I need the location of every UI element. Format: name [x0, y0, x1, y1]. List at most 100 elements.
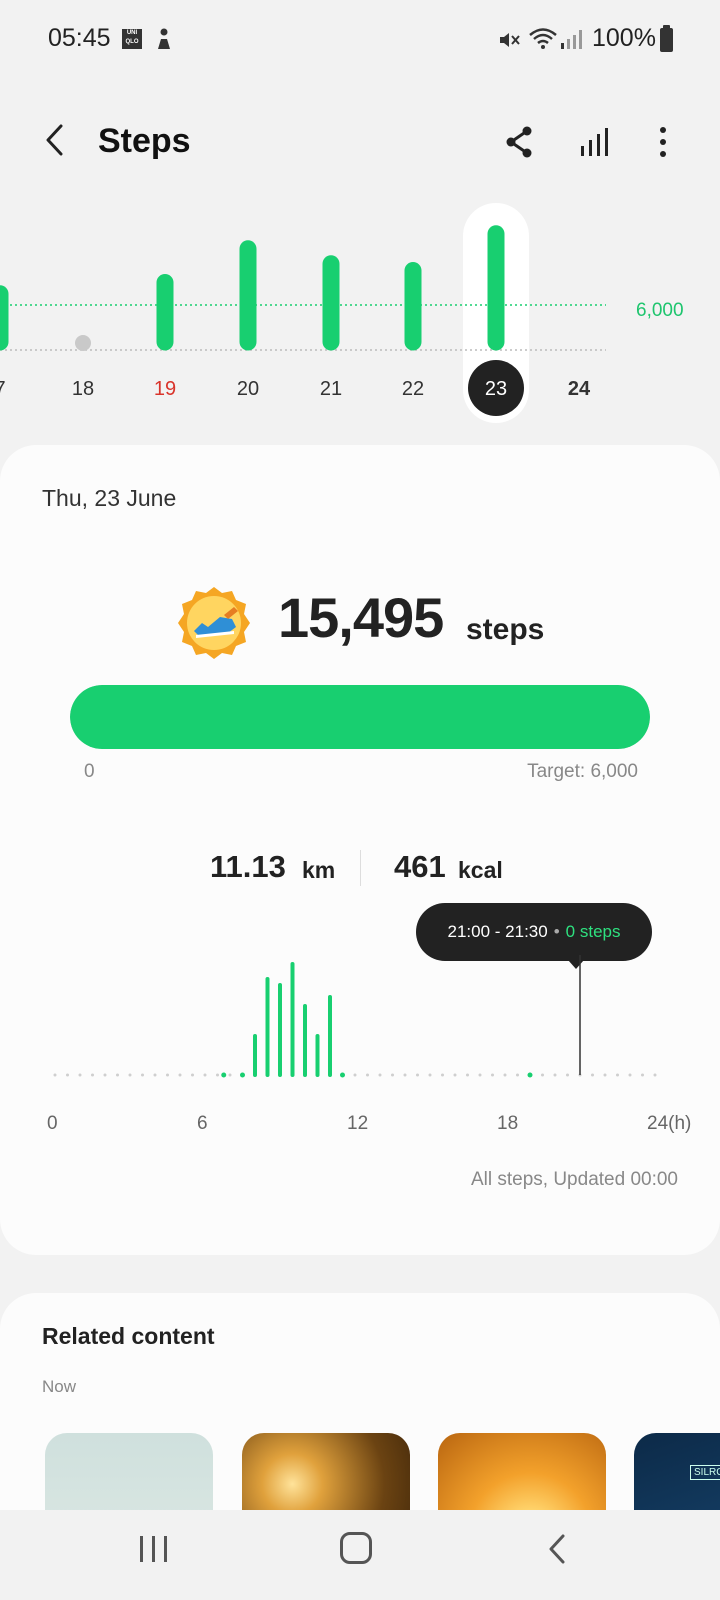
- axis-tick-label: 12: [347, 1113, 369, 1134]
- battery-percent: 100%: [592, 24, 656, 52]
- date-label: Thu, 23 June: [42, 485, 177, 511]
- tooltip-range: 21:00 - 21:30: [447, 922, 548, 941]
- page-title: Steps: [98, 122, 191, 160]
- baseline-dot: [53, 1073, 57, 1077]
- calories-unit: kcal: [458, 857, 503, 883]
- baseline-dot: [466, 1073, 469, 1077]
- baseline-dot: [478, 1073, 482, 1077]
- nav-back-icon[interactable]: [545, 1532, 569, 1566]
- hourly-steps-chart[interactable]: [0, 955, 720, 1105]
- axis-tick-label: 18: [497, 1113, 519, 1134]
- uniqlo-app-icon: UNI QLO: [122, 29, 142, 49]
- home-icon[interactable]: [340, 1532, 372, 1564]
- navigation-bar: [0, 1510, 720, 1600]
- goal-line-label: 6,000: [636, 300, 684, 321]
- steps-count: 15,495: [278, 586, 444, 649]
- baseline-dot: [428, 1073, 432, 1077]
- baseline-dot: [641, 1073, 644, 1077]
- axis-tick-label: 0: [47, 1113, 58, 1134]
- axis-tick-label: 24(h): [647, 1113, 692, 1134]
- baseline-dot: [653, 1073, 657, 1077]
- baseline-dot: [191, 1073, 194, 1077]
- baseline-dot: [628, 1073, 632, 1077]
- signal-icon: [561, 30, 582, 49]
- baseline-dot: [541, 1073, 544, 1077]
- app-bar: Steps: [0, 100, 720, 190]
- bar-chart-icon[interactable]: [575, 122, 615, 162]
- related-title: Related content: [42, 1323, 215, 1349]
- steps-progress-bar: [70, 685, 650, 749]
- day-label[interactable]: 22: [402, 378, 424, 400]
- baseline-dot: [553, 1073, 557, 1077]
- back-button[interactable]: [34, 118, 78, 162]
- weekly-steps-chart[interactable]: 7 18 19 20 21 22 23 24 6,000: [0, 200, 720, 430]
- day-label[interactable]: 23: [485, 378, 507, 400]
- steps-progress-fill: [70, 685, 650, 749]
- baseline-dot: [228, 1073, 232, 1077]
- progress-target-label: Target: 6,000: [527, 761, 638, 782]
- wifi-icon: [529, 28, 557, 49]
- baseline-dot: [616, 1073, 619, 1077]
- person-icon: [158, 28, 170, 49]
- status-bar: 05:45 UNI QLO 100%: [0, 0, 720, 80]
- status-time: 05:45: [48, 24, 111, 52]
- daily-summary-card: Thu, 23 June 15,495 steps 0 Target: 6,00…: [0, 445, 720, 1255]
- baseline-dot: [216, 1073, 219, 1077]
- hourly-point[interactable]: [240, 1072, 245, 1078]
- baseline-dot: [453, 1073, 457, 1077]
- hourly-tooltip: 21:00 - 21:30 • 0 steps: [416, 903, 652, 969]
- baseline-dot: [116, 1073, 119, 1077]
- baseline-dot: [353, 1073, 357, 1077]
- baseline-dot: [416, 1073, 419, 1077]
- mute-icon: [500, 33, 520, 47]
- baseline-dot: [66, 1073, 69, 1077]
- distance-value: 11.13: [210, 849, 286, 884]
- baseline-dot: [166, 1073, 169, 1077]
- day-label[interactable]: 20: [237, 378, 259, 400]
- baseline-dot: [128, 1073, 132, 1077]
- recents-icon[interactable]: [137, 1534, 171, 1564]
- tooltip-steps: 0 steps: [565, 922, 621, 941]
- baseline-dot: [78, 1073, 82, 1077]
- baseline-dot: [603, 1073, 607, 1077]
- baseline-dot: [153, 1073, 157, 1077]
- baseline-dot: [591, 1073, 594, 1077]
- baseline-dot: [103, 1073, 107, 1077]
- baseline-dot: [516, 1073, 519, 1077]
- day-label[interactable]: 24: [568, 378, 591, 400]
- tooltip-separator: •: [553, 922, 560, 941]
- baseline-dot: [203, 1073, 207, 1077]
- baseline-dot: [491, 1073, 494, 1077]
- distance-unit: km: [302, 857, 336, 883]
- day-label[interactable]: 18: [72, 378, 94, 400]
- weekly-chart-canvas: 7 18 19 20 21 22 23 24: [0, 203, 606, 423]
- axis-tick-label: 6: [197, 1113, 208, 1134]
- baseline-dot: [566, 1073, 569, 1077]
- baseline-dot: [178, 1073, 182, 1077]
- stat-divider: [360, 850, 361, 886]
- steps-unit: steps: [466, 613, 545, 646]
- hourly-point[interactable]: [340, 1072, 345, 1078]
- calories-value: 461: [394, 849, 446, 884]
- updated-label: All steps, Updated 00:00: [470, 1169, 678, 1190]
- baseline-dot: [391, 1073, 394, 1077]
- battery-icon: [660, 25, 673, 52]
- baseline-dot: [403, 1073, 407, 1077]
- day-label[interactable]: 7: [0, 378, 6, 400]
- baseline-dot: [503, 1073, 507, 1077]
- day-label[interactable]: 19: [154, 378, 176, 400]
- more-vertical-icon[interactable]: [648, 122, 678, 162]
- progress-start-label: 0: [84, 761, 95, 782]
- baseline-dot: [378, 1073, 382, 1077]
- baseline-dot: [141, 1073, 144, 1077]
- day-bar[interactable]: [75, 335, 91, 351]
- baseline-dot: [91, 1073, 94, 1077]
- baseline-dot: [441, 1073, 444, 1077]
- thumbnail-logo: SILRCG: [690, 1465, 720, 1480]
- related-subtitle: Now: [42, 1377, 77, 1396]
- share-icon[interactable]: [500, 122, 540, 162]
- running-shoe-medal-icon: [178, 587, 250, 659]
- hourly-point[interactable]: [527, 1072, 533, 1078]
- day-label[interactable]: 21: [320, 378, 342, 400]
- hourly-point[interactable]: [221, 1072, 227, 1078]
